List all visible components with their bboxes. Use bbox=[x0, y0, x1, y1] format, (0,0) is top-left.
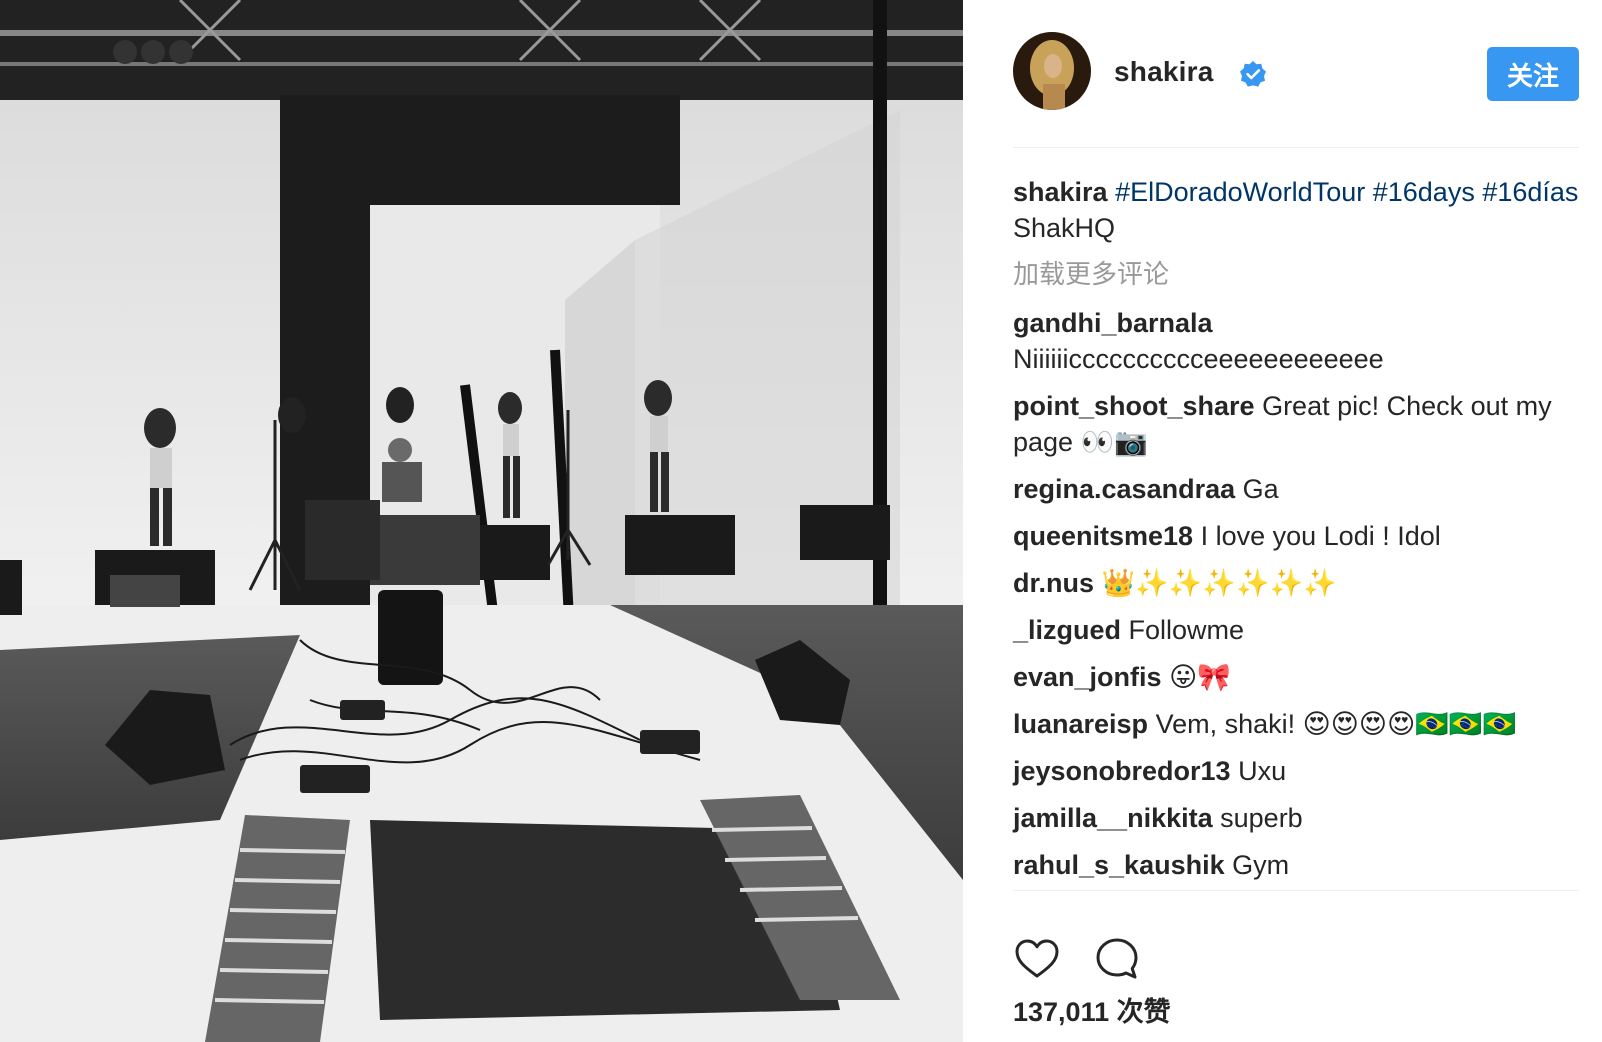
comment-username[interactable]: regina.casandraa bbox=[1013, 474, 1235, 504]
post-photo[interactable] bbox=[0, 0, 963, 1042]
comment-text: Followme bbox=[1128, 615, 1245, 645]
verified-badge-icon bbox=[1239, 60, 1267, 88]
comments-divider bbox=[1013, 890, 1579, 891]
comment-text: I love you Lodi ! Idol bbox=[1200, 521, 1441, 551]
comment-username[interactable]: jeysonobredor13 bbox=[1013, 756, 1231, 786]
comment-text: Ga bbox=[1242, 474, 1279, 504]
comment-item: jeysonobredor13 Uxu bbox=[1013, 753, 1579, 789]
comment-text: Gym bbox=[1232, 850, 1290, 880]
instagram-post: shakira 关注 shakira #ElDoradoWorldTour #1… bbox=[0, 0, 1602, 1042]
header-divider bbox=[1013, 147, 1579, 148]
comments-section: shakira #ElDoradoWorldTour #16days #16dí… bbox=[1013, 174, 1579, 894]
post-header: shakira 关注 bbox=[1013, 32, 1579, 118]
comment-username[interactable]: _lizgued bbox=[1013, 615, 1121, 645]
comment-text: 😛🎀 bbox=[1169, 662, 1231, 692]
comment-item: luanareisp Vem, shaki! 😍😍😍😍🇧🇷🇧🇷🇧🇷 bbox=[1013, 706, 1579, 742]
comment-username[interactable]: rahul_s_kaushik bbox=[1013, 850, 1225, 880]
heart-outline-icon[interactable] bbox=[1013, 935, 1061, 983]
comment-username[interactable]: dr.nus bbox=[1013, 568, 1094, 598]
comment-text: 👑✨✨✨✨✨✨ bbox=[1101, 568, 1337, 598]
comment-item: point_shoot_share Great pic! Check out m… bbox=[1013, 388, 1579, 460]
post-side-panel: shakira 关注 shakira #ElDoradoWorldTour #1… bbox=[963, 0, 1602, 1042]
comment-text: Uxu bbox=[1238, 756, 1287, 786]
likes-unit: 次赞 bbox=[1116, 997, 1171, 1028]
comment-item: regina.casandraa Ga bbox=[1013, 471, 1579, 507]
comment-username[interactable]: evan_jonfis bbox=[1013, 662, 1162, 692]
comment-username[interactable]: queenitsme18 bbox=[1013, 521, 1193, 551]
comment-username[interactable]: gandhi_barnala bbox=[1013, 308, 1213, 338]
comment-bubble-icon[interactable] bbox=[1093, 935, 1141, 983]
comment-text: superb bbox=[1220, 803, 1303, 833]
caption-text: ShakHQ bbox=[1013, 213, 1116, 243]
follow-button[interactable]: 关注 bbox=[1487, 47, 1579, 101]
hashtag-link[interactable]: #16días bbox=[1482, 177, 1578, 207]
comment-item: rahul_s_kaushik Gym bbox=[1013, 847, 1579, 883]
comment-item: _lizgued Followme bbox=[1013, 612, 1579, 648]
comment-username[interactable]: point_shoot_share bbox=[1013, 391, 1255, 421]
likes-number: 137,011 bbox=[1013, 997, 1110, 1027]
comment-username[interactable]: luanareisp bbox=[1013, 709, 1148, 739]
comment-username[interactable]: jamilla__nikkita bbox=[1013, 803, 1213, 833]
caption-username[interactable]: shakira bbox=[1013, 177, 1108, 207]
comment-item: evan_jonfis 😛🎀 bbox=[1013, 659, 1579, 695]
likes-count[interactable]: 137,011 次赞 bbox=[1013, 990, 1171, 1029]
comment-item: queenitsme18 I love you Lodi ! Idol bbox=[1013, 518, 1579, 554]
comment-item: dr.nus 👑✨✨✨✨✨✨ bbox=[1013, 565, 1579, 601]
comment-item: gandhi_barnala Niiiiiicccccccccceeeeeeee… bbox=[1013, 305, 1579, 377]
comment-text: Niiiiiicccccccccceeeeeeeeeeee bbox=[1013, 344, 1384, 374]
hashtag-link[interactable]: #16days bbox=[1373, 177, 1475, 207]
caption: shakira #ElDoradoWorldTour #16days #16dí… bbox=[1013, 174, 1579, 246]
author-username[interactable]: shakira bbox=[1114, 56, 1213, 88]
comment-text: Vem, shaki! 😍😍😍😍🇧🇷🇧🇷🇧🇷 bbox=[1155, 709, 1517, 739]
hashtag-link[interactable]: #ElDoradoWorldTour bbox=[1115, 177, 1365, 207]
load-more-comments-link[interactable]: 加载更多评论 bbox=[1013, 257, 1579, 293]
avatar-image bbox=[1013, 32, 1091, 110]
avatar[interactable] bbox=[1013, 32, 1091, 110]
comment-item: jamilla__nikkita superb bbox=[1013, 800, 1579, 836]
rehearsal-stage-photo bbox=[0, 0, 963, 1042]
